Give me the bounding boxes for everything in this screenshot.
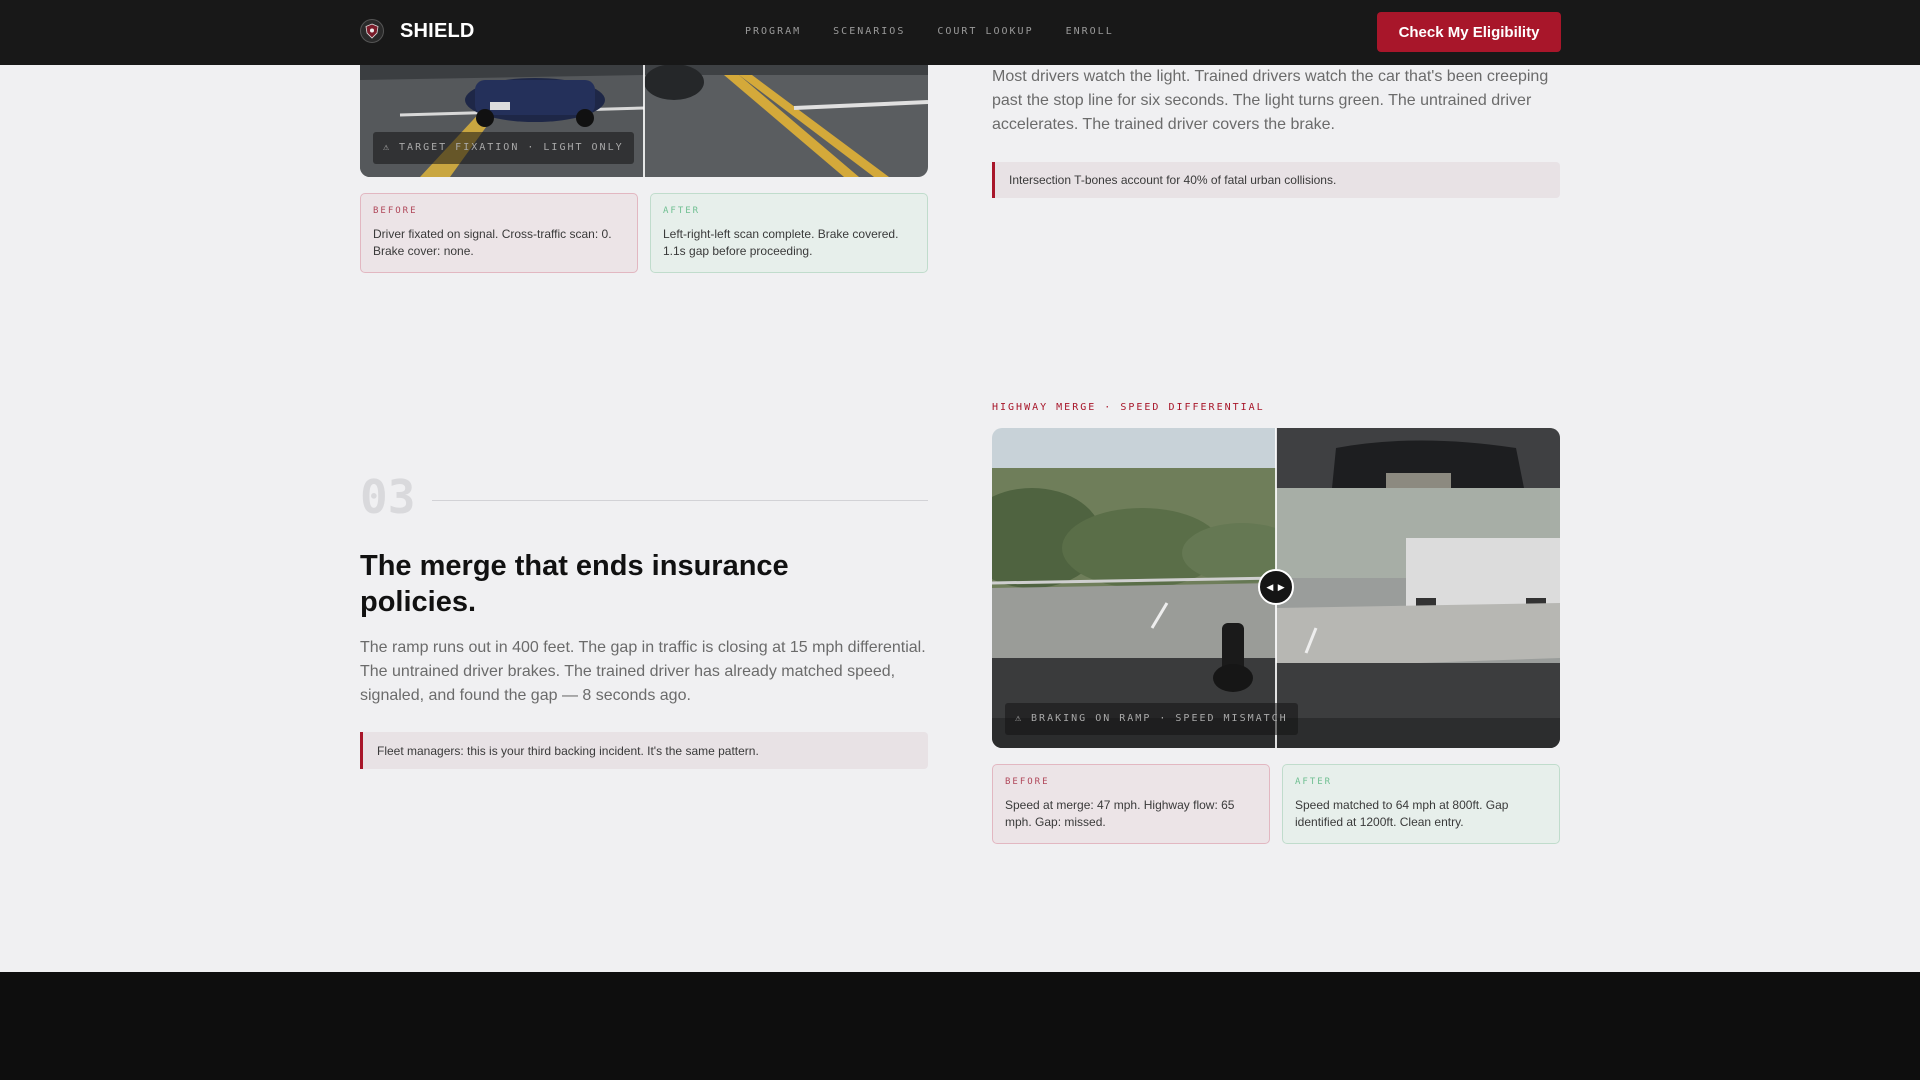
merge-after-card: AFTER Speed matched to 64 mph at 800ft. …	[1282, 764, 1560, 844]
compare-drag-handle[interactable]: ◀ ▶	[1258, 569, 1294, 605]
shield-logo-icon	[360, 19, 384, 43]
merge-body: The ramp runs out in 400 feet. The gap i…	[360, 639, 926, 704]
nav-link-program[interactable]: PROGRAM	[745, 26, 801, 37]
footer	[0, 972, 1920, 1080]
intersection-image-tag: ⚠ TARGET FIXATION · LIGHT ONLY	[373, 132, 634, 164]
merge-eyebrow: HIGHWAY MERGE · SPEED DIFFERENTIAL	[992, 402, 1265, 413]
scenario-number-rule	[432, 500, 928, 501]
before-label: BEFORE	[1005, 777, 1050, 787]
merge-heading: The merge that ends insurance policies.	[360, 550, 789, 618]
merge-before-card: BEFORE Speed at merge: 47 mph. Highway f…	[992, 764, 1270, 844]
top-nav: SHIELD PROGRAM SCENARIOS COURT LOOKUP EN…	[0, 0, 1920, 65]
merge-compare-image[interactable]: ◀ ▶ ⚠ BRAKING ON RAMP · SPEED MISMATCH	[992, 428, 1560, 748]
merge-after-image	[1276, 428, 1560, 748]
merge-image-tag: ⚠ BRAKING ON RAMP · SPEED MISMATCH	[1005, 703, 1298, 735]
before-label: BEFORE	[373, 206, 418, 216]
intersection-callout: Intersection T-bones account for 40% of …	[992, 162, 1560, 198]
before-text: Speed at merge: 47 mph. Highway flow: 65…	[1005, 798, 1235, 829]
brand[interactable]: SHIELD	[360, 19, 475, 43]
nav-links: PROGRAM SCENARIOS COURT LOOKUP ENROLL	[745, 26, 1146, 37]
check-eligibility-button[interactable]: Check My Eligibility	[1377, 12, 1561, 52]
nav-link-enroll[interactable]: ENROLL	[1066, 26, 1114, 37]
merge-callout: Fleet managers: this is your third backi…	[360, 732, 928, 769]
after-text: Speed matched to 64 mph at 800ft. Gap id…	[1295, 798, 1509, 829]
after-label: AFTER	[1295, 777, 1333, 787]
before-text: Driver fixated on signal. Cross-traffic …	[373, 227, 612, 258]
merge-before-image	[992, 428, 1276, 748]
scenario-number: 03	[360, 470, 416, 524]
intersection-before-card: BEFORE Driver fixated on signal. Cross-t…	[360, 193, 638, 273]
brand-name: SHIELD	[400, 19, 475, 42]
after-label: AFTER	[663, 206, 701, 216]
after-text: Left-right-left scan complete. Brake cov…	[663, 227, 899, 258]
nav-link-court-lookup[interactable]: COURT LOOKUP	[937, 26, 1033, 37]
nav-link-scenarios[interactable]: SCENARIOS	[833, 26, 905, 37]
intersection-after-card: AFTER Left-right-left scan complete. Bra…	[650, 193, 928, 273]
intersection-body: Most drivers watch the light. Trained dr…	[992, 68, 1549, 133]
